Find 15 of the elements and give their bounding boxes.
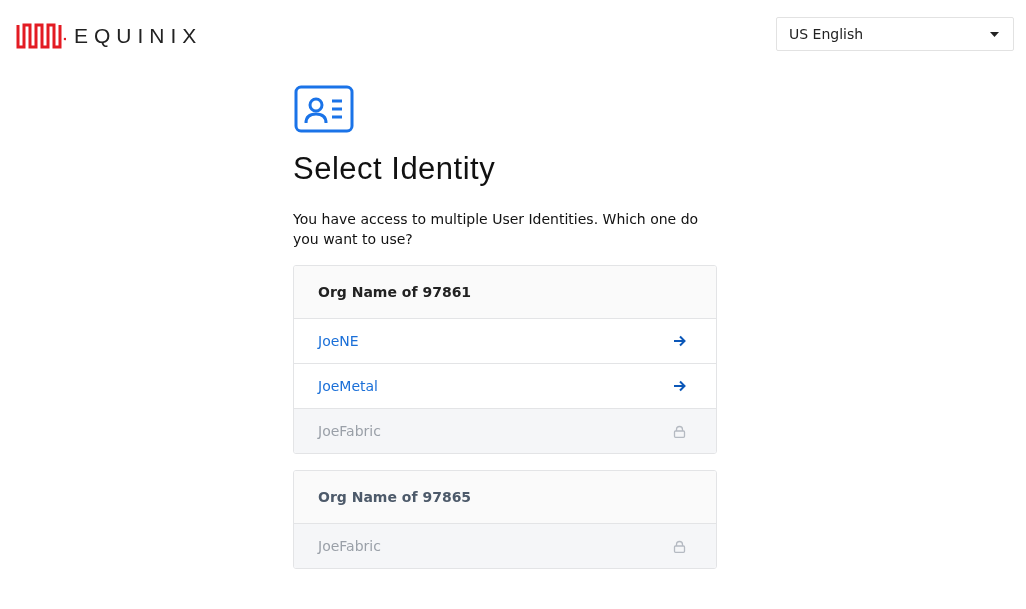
intro-text: You have access to multiple User Identities. Which one do you want to use?	[293, 210, 700, 249]
org-name: Org Name of 97865	[318, 489, 472, 505]
org-name: Org Name of 97861	[318, 284, 472, 300]
arrow-right-icon	[673, 380, 686, 392]
page-title: Select Identity	[293, 151, 497, 187]
id-card-icon	[294, 85, 354, 133]
language-select[interactable]: US English	[776, 17, 1014, 51]
lock-icon	[673, 539, 686, 553]
identity-item: JoeFabric	[294, 523, 716, 568]
lock-icon	[673, 424, 686, 438]
brand-name: EQUINIX	[74, 24, 203, 48]
arrow-right-icon	[673, 335, 686, 347]
identity-item: JoeFabric	[294, 408, 716, 453]
logo-icon	[16, 21, 66, 51]
caret-icon	[990, 31, 999, 37]
